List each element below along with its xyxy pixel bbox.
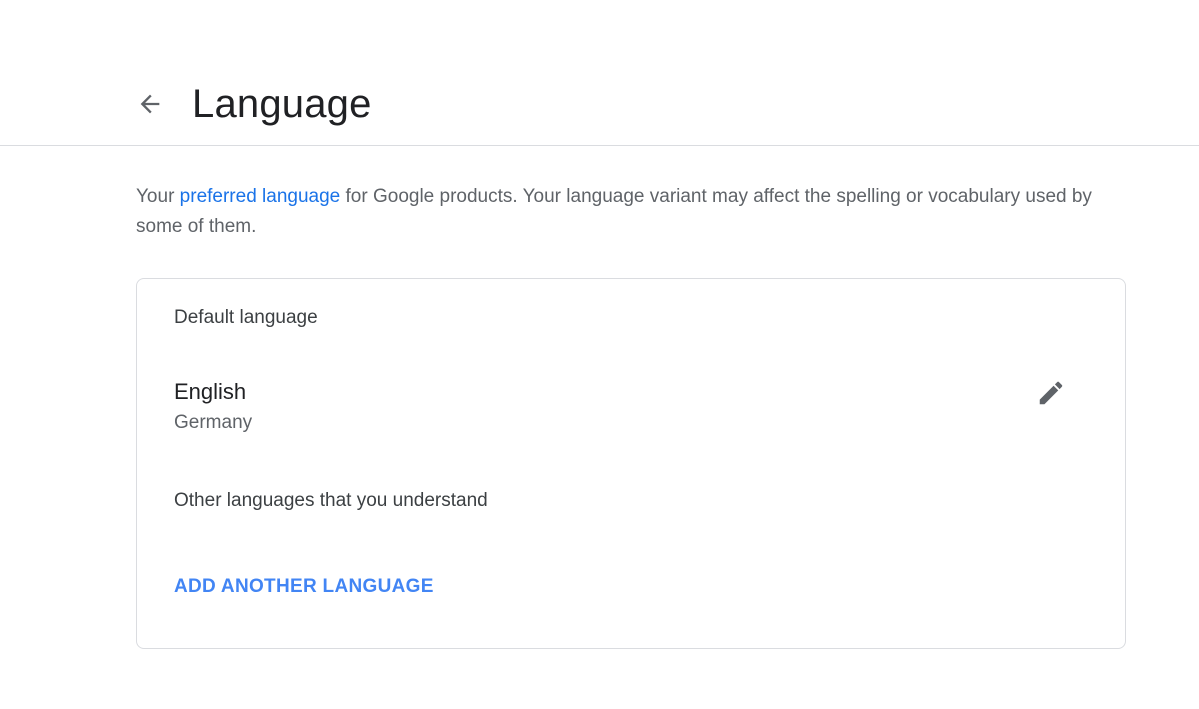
default-language-region: Germany (174, 412, 253, 433)
add-another-language-button[interactable]: ADD ANOTHER LANGUAGE (174, 576, 434, 598)
back-button[interactable] (132, 86, 168, 122)
other-languages-heading: Other languages that you understand (174, 490, 488, 511)
arrow-back-icon (140, 94, 160, 114)
language-settings-page: Language Your preferred language for Goo… (0, 0, 1199, 709)
preferred-language-link[interactable]: preferred language (180, 186, 341, 207)
page-title: Language (192, 82, 372, 126)
page-header: Language (0, 0, 1199, 146)
default-language-heading: Default language (174, 307, 318, 328)
language-card: Default language English Germany Other l… (136, 278, 1126, 649)
intro-text: Your preferred language for Google produ… (136, 182, 1136, 242)
intro-prefix: Your (136, 186, 180, 207)
edit-language-button[interactable] (1031, 373, 1071, 413)
pencil-icon (1039, 381, 1063, 405)
default-language-name: English (174, 379, 247, 404)
